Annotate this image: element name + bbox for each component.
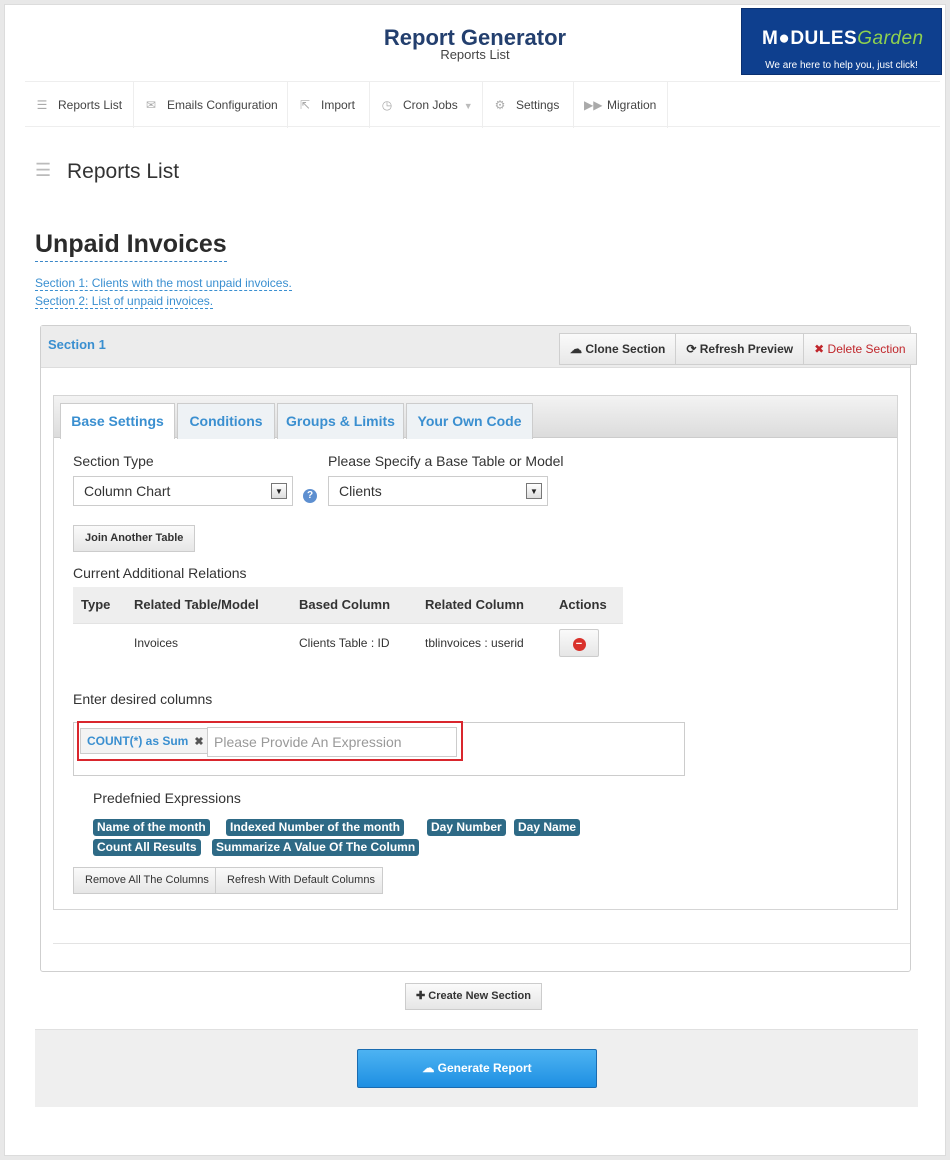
refresh-icon: ⟳ <box>686 342 700 356</box>
header: Report Generator Reports List M●DULESGar… <box>5 5 945 130</box>
settings-tabs: Base Settings Conditions Groups & Limits… <box>53 395 898 910</box>
dropdown-arrow-icon: ▼ <box>271 483 287 499</box>
nav-item-cron-jobs[interactable]: ◷ Cron Jobs ▼ <box>370 82 483 128</box>
import-icon: ⇱ <box>299 98 311 112</box>
relations-header-related: Related Table/Model <box>126 587 291 623</box>
predefined-expression[interactable]: Day Name <box>514 819 581 836</box>
predefined-expression[interactable]: Day Number <box>427 819 506 836</box>
main-nav: ☰ Reports List ✉ Emails Configuration ⇱ Imp… <box>25 81 940 128</box>
help-icon[interactable]: ? <box>303 489 317 503</box>
table-row: Invoices Clients Table : ID tblinvoices … <box>73 622 623 663</box>
predefined-expression[interactable]: Name of the month <box>93 819 210 836</box>
bottom-bar: ☁ Generate Report <box>35 1029 918 1107</box>
divider <box>53 943 910 944</box>
relation-actions: − <box>551 622 623 663</box>
remove-all-columns-button[interactable]: Remove All The Columns <box>73 867 216 894</box>
delete-section-button[interactable]: ✖ Delete Section <box>804 333 917 365</box>
relations-header-related-column: Related Column <box>417 587 551 623</box>
app-frame: Report Generator Reports List M●DULESGar… <box>4 4 946 1156</box>
create-section-button[interactable]: ✚ Create New Section <box>405 983 542 1010</box>
base-table-select[interactable]: Clients ▼ <box>328 476 548 506</box>
section-title[interactable]: Section 1 <box>48 337 106 352</box>
column-tag[interactable]: COUNT(*) as Sum ✖ <box>80 728 211 754</box>
tab-groups-limits[interactable]: Groups & Limits <box>277 403 404 439</box>
tab-strip: Base Settings Conditions Groups & Limits… <box>54 396 897 439</box>
relation-type <box>73 622 126 663</box>
list-icon: ☰ <box>36 98 48 112</box>
cloud-icon: ☁ <box>570 342 586 356</box>
relations-table: Type Related Table/Model Based Column Re… <box>73 587 623 663</box>
dropdown-arrow-icon: ▼ <box>526 483 542 499</box>
section-link-2[interactable]: Section 2: List of unpaid invoices. <box>35 294 214 309</box>
nav-item-migration[interactable]: ▶▶ Migration <box>574 82 668 128</box>
globe-icon: ● <box>778 28 791 49</box>
relations-label: Current Additional Relations <box>73 565 247 581</box>
nav-item-settings[interactable]: ⚙ Settings <box>483 82 574 128</box>
plus-icon: ✚ <box>416 990 429 1002</box>
relations-header-based: Based Column <box>291 587 417 623</box>
tab-conditions[interactable]: Conditions <box>177 403 275 439</box>
refresh-default-columns-button[interactable]: Refresh With Default Columns <box>215 867 383 894</box>
envelope-icon: ✉ <box>145 98 157 112</box>
relation-related-column: tblinvoices : userid <box>417 622 551 663</box>
predefined-expression[interactable]: Indexed Number of the month <box>226 819 405 836</box>
columns-label: Enter desired columns <box>73 691 213 707</box>
predefined-expression[interactable]: Summarize A Value Of The Column <box>212 839 420 856</box>
section-link-1[interactable]: Section 1: Clients with the most unpaid … <box>35 276 292 291</box>
clone-section-button[interactable]: ☁ Clone Section <box>559 333 677 365</box>
logo-tagline: We are here to help you, just click! <box>765 60 918 71</box>
join-table-button[interactable]: Join Another Table <box>73 525 196 552</box>
cogs-icon: ⚙ <box>494 98 506 112</box>
modulesgarden-logo[interactable]: M●DULESGarden We are here to help you, j… <box>741 8 942 75</box>
relations-header-actions: Actions <box>551 587 623 623</box>
relation-based: Clients Table : ID <box>291 622 417 663</box>
refresh-preview-button[interactable]: ⟳ Refresh Preview <box>676 333 805 365</box>
section-panel: Section 1 ☁ Clone Section ⟳ Refresh Prev… <box>40 325 917 972</box>
section-type-select[interactable]: Column Chart ▼ <box>73 476 293 506</box>
forward-icon: ▶▶ <box>584 98 603 112</box>
nav-item-reports-list[interactable]: ☰ Reports List <box>25 82 134 128</box>
caret-down-icon: ▼ <box>463 101 473 111</box>
base-table-label: Please Specify a Base Table or Model <box>328 453 564 469</box>
cloud-icon: ☁ <box>422 1061 438 1075</box>
nav-item-import[interactable]: ⇱ Import <box>288 82 370 128</box>
nav-item-emails-configuration[interactable]: ✉ Emails Configuration <box>134 82 288 128</box>
columns-input-box[interactable]: COUNT(*) as Sum ✖ <box>73 721 685 776</box>
close-icon: ✖ <box>814 342 828 356</box>
minus-icon: − <box>572 638 586 652</box>
generate-report-button[interactable]: ☁ Generate Report <box>357 1049 597 1088</box>
list-icon: ☰ <box>35 160 52 180</box>
section-header: Section 1 ☁ Clone Section ⟳ Refresh Prev… <box>41 326 917 368</box>
remove-tag-icon[interactable]: ✖ <box>194 736 203 748</box>
section-actions: ☁ Clone Section ⟳ Refresh Preview ✖ Dele… <box>559 333 917 365</box>
expression-input[interactable] <box>207 727 457 757</box>
predefined-expression[interactable]: Count All Results <box>93 839 201 856</box>
page-heading: ☰ Reports List <box>35 160 180 183</box>
tab-your-own-code[interactable]: Your Own Code <box>406 403 533 439</box>
relations-header-type: Type <box>73 587 126 623</box>
clock-icon: ◷ <box>381 98 393 112</box>
section-type-label: Section Type <box>73 453 154 469</box>
predefined-label: Predefnied Expressions <box>93 790 241 806</box>
report-title[interactable]: Unpaid Invoices <box>35 230 227 262</box>
app-subtitle: Reports List <box>440 47 510 62</box>
remove-relation-button[interactable]: − <box>559 629 599 658</box>
tab-base-settings[interactable]: Base Settings <box>60 403 175 439</box>
relation-related: Invoices <box>126 622 291 663</box>
logo-name: M●DULESGarden <box>762 28 924 49</box>
